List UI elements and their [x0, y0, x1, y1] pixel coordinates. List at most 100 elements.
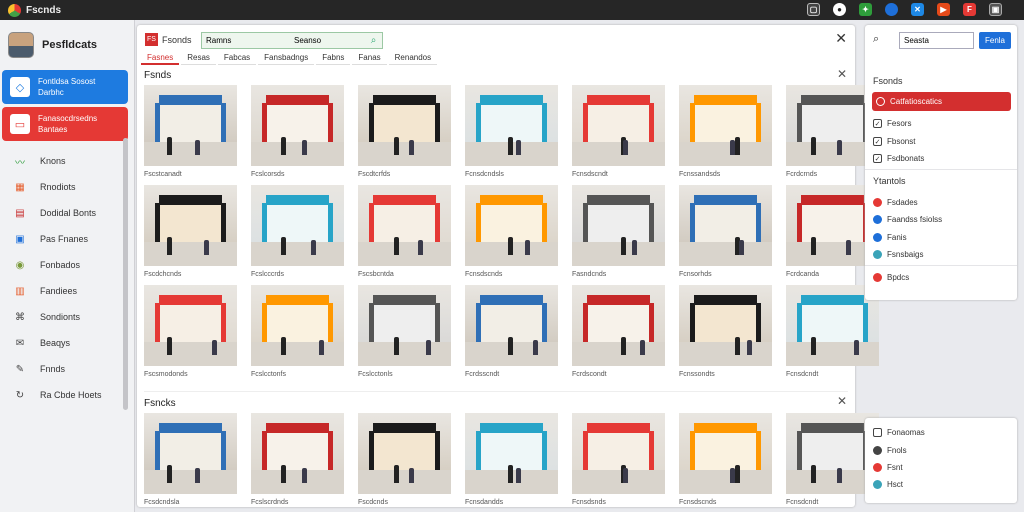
- thumbnail-image[interactable]: [465, 285, 558, 366]
- image-card[interactable]: Fcrdscondt: [572, 285, 665, 385]
- image-card[interactable]: Fscsbcntda: [358, 185, 451, 285]
- thumbnail-image[interactable]: [251, 185, 344, 266]
- filter-item[interactable]: Fanis: [873, 233, 907, 242]
- image-card[interactable]: Fcslcctonls: [358, 285, 451, 385]
- tab[interactable]: Fasnes: [141, 51, 180, 65]
- panel-item[interactable]: Hsct: [873, 480, 903, 489]
- thumbnail-image[interactable]: [251, 85, 344, 166]
- filter-item[interactable]: ✓ Fsdbonats: [873, 154, 924, 163]
- image-card[interactable]: Fcnsdcndt: [786, 285, 879, 385]
- thumbnail-image[interactable]: [358, 285, 451, 366]
- sidebar-primary-item-1[interactable]: ◇ Fontldsa Sosost Darbhc: [2, 70, 128, 104]
- filter-item-active[interactable]: Catfatioscatics: [872, 92, 1011, 111]
- thumbnail-image[interactable]: [251, 285, 344, 366]
- thumbnail-image[interactable]: [679, 413, 772, 494]
- window-icon[interactable]: ▢: [807, 3, 820, 16]
- image-card[interactable]: Fcnssondts: [679, 285, 772, 385]
- tab[interactable]: Fabcas: [217, 51, 257, 65]
- image-card[interactable]: Fcrdsscndt: [465, 285, 558, 385]
- thumbnail-image[interactable]: [251, 413, 344, 494]
- close-icon[interactable]: ✕: [835, 30, 847, 47]
- thumbnail-image[interactable]: [358, 85, 451, 166]
- image-card[interactable]: Fscsmodonds: [144, 285, 237, 385]
- sidebar-scrollbar[interactable]: [123, 138, 128, 410]
- image-card[interactable]: Fscdtcrfds: [358, 85, 451, 185]
- thumbnail-image[interactable]: [572, 285, 665, 366]
- thumbnail-image[interactable]: [679, 285, 772, 366]
- close-icon[interactable]: ✕: [837, 394, 847, 408]
- filter-button[interactable]: Fenla: [979, 32, 1011, 49]
- image-card[interactable]: Fscdchcnds: [144, 185, 237, 285]
- search-filter-input[interactable]: [202, 33, 290, 48]
- profile[interactable]: Pesfldcats: [0, 20, 134, 70]
- share-icon[interactable]: ✕: [911, 3, 924, 16]
- thumbnail-image[interactable]: [679, 185, 772, 266]
- image-card[interactable]: Fcsdcndsla: [144, 413, 237, 512]
- tab[interactable]: Resas: [181, 51, 216, 65]
- font-icon[interactable]: F: [963, 3, 976, 16]
- sidebar-item[interactable]: ◉ Fonbados: [0, 252, 134, 278]
- filter-item[interactable]: ✓ Fbsonst: [873, 137, 915, 146]
- sidebar-item[interactable]: ▥ Fandiees: [0, 278, 134, 304]
- sidebar-item[interactable]: ⌘ Sondionts: [0, 304, 134, 330]
- thumbnail-image[interactable]: [465, 413, 558, 494]
- tab[interactable]: Fanas: [352, 51, 387, 65]
- tab[interactable]: Fabns: [316, 51, 351, 65]
- thumbnail-image[interactable]: [465, 85, 558, 166]
- avatar[interactable]: [8, 32, 34, 58]
- image-card[interactable]: Fcnsdscndt: [572, 85, 665, 185]
- sidebar-item[interactable]: ▤ Dodidal Bonts: [0, 200, 134, 226]
- thumbnail-image[interactable]: [358, 413, 451, 494]
- image-card[interactable]: Fcnssandsds: [679, 85, 772, 185]
- image-card[interactable]: Fcnsorhds: [679, 185, 772, 285]
- panel-item[interactable]: Fsnt: [873, 463, 903, 472]
- sidebar-item[interactable]: ✉ Beaqys: [0, 330, 134, 356]
- sidebar-item[interactable]: 〰 Knons: [0, 148, 134, 174]
- panel-item[interactable]: Fnols: [873, 446, 907, 455]
- image-card[interactable]: Fscstcanadt: [144, 85, 237, 185]
- tab[interactable]: Renandos: [388, 51, 438, 65]
- filter-item[interactable]: ✓ Fesors: [873, 119, 911, 128]
- filter-search-input[interactable]: [899, 32, 974, 49]
- thumbnail-image[interactable]: [144, 413, 237, 494]
- thumbnail-image[interactable]: [465, 185, 558, 266]
- filter-item[interactable]: Fsdades: [873, 198, 918, 207]
- thumbnail-image[interactable]: [572, 185, 665, 266]
- box-icon[interactable]: ▣: [989, 3, 1002, 16]
- thumbnail-image[interactable]: [572, 413, 665, 494]
- thumbnail-image[interactable]: [572, 85, 665, 166]
- search-input[interactable]: [290, 33, 365, 48]
- sidebar-item[interactable]: ✎ Fnnds: [0, 356, 134, 382]
- tab[interactable]: Fansbadngs: [258, 51, 315, 65]
- thumbnail-image[interactable]: [358, 185, 451, 266]
- image-card[interactable]: Fcslcccrds: [251, 185, 344, 285]
- image-card[interactable]: Fcslcctonfs: [251, 285, 344, 385]
- sidebar-item[interactable]: ↻ Ra Cbde Hoets: [0, 382, 134, 408]
- leaf-icon[interactable]: ✦: [859, 3, 872, 16]
- image-card[interactable]: Fcnsdcndsls: [465, 85, 558, 185]
- panel-item[interactable]: Fonaomas: [873, 428, 925, 437]
- image-card[interactable]: Fcnsdscnds: [679, 413, 772, 512]
- image-card[interactable]: Fcslscrdnds: [251, 413, 344, 512]
- media-icon[interactable]: ▶: [937, 3, 950, 16]
- sidebar-item[interactable]: ▦ Rnodiots: [0, 174, 134, 200]
- image-card[interactable]: Fasndcnds: [572, 185, 665, 285]
- image-card[interactable]: Fcslcorsds: [251, 85, 344, 185]
- thumbnail-image[interactable]: [144, 85, 237, 166]
- filter-item[interactable]: Fsnsbaigs: [873, 250, 923, 259]
- image-card[interactable]: Fcnsdscnds: [465, 185, 558, 285]
- disc-icon[interactable]: ●: [833, 3, 846, 16]
- thumbnail-image[interactable]: [144, 185, 237, 266]
- search-icon[interactable]: ⌕: [365, 33, 382, 48]
- search-icon[interactable]: ⌕: [873, 33, 879, 46]
- filter-item[interactable]: Faandss fsiolss: [873, 215, 942, 224]
- close-icon[interactable]: ✕: [837, 67, 847, 81]
- image-card[interactable]: Fcnsdandds: [465, 413, 558, 512]
- thumbnail-image[interactable]: [679, 85, 772, 166]
- globe-icon[interactable]: [885, 3, 898, 16]
- sidebar-item[interactable]: ▣ Pas Fnanes: [0, 226, 134, 252]
- image-card[interactable]: Fscdcnds: [358, 413, 451, 512]
- thumbnail-image[interactable]: [144, 285, 237, 366]
- sidebar-primary-item-2[interactable]: ▭ Fanasocdrsedns Bantaes: [2, 107, 128, 141]
- image-card[interactable]: Fcnsdsnds: [572, 413, 665, 512]
